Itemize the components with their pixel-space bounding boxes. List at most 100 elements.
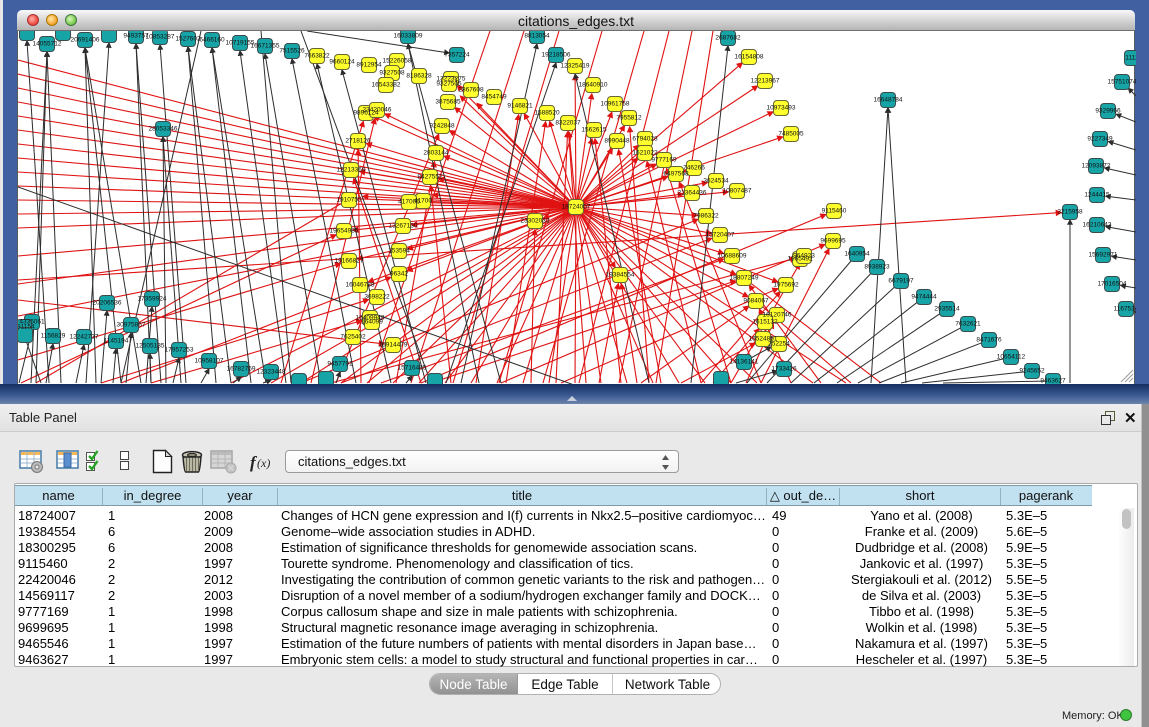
svg-text:9084067: 9084067 [743,298,769,305]
svg-text:1244415: 1244415 [1084,192,1110,199]
svg-text:96342: 96342 [390,271,408,278]
svg-text:9242848: 9242848 [429,123,455,130]
svg-text:1910755: 1910755 [336,197,362,204]
svg-text:8471676: 8471676 [976,337,1002,344]
svg-text:9329966: 9329966 [1095,108,1121,115]
svg-text:14055712: 14055712 [33,41,62,48]
svg-text:3624534: 3624534 [703,178,729,185]
svg-text:19384554: 19384554 [606,272,635,279]
svg-text:8938923: 8938923 [864,264,890,271]
svg-text:2803144: 2803144 [423,150,449,157]
svg-text:3215958: 3215958 [1057,209,1083,216]
svg-text:7625402: 7625402 [340,334,366,341]
svg-text:9660124: 9660124 [329,59,355,66]
svg-text:7955812: 7955812 [616,115,642,122]
svg-text:19654985: 19654985 [330,228,359,235]
svg-text:1621022: 1621022 [632,150,658,157]
svg-text:1562615: 1562615 [581,127,607,134]
svg-text:9245652: 9245652 [1019,368,1045,375]
svg-text:12093872: 12093872 [1082,163,1111,170]
svg-text:1640954: 1640954 [844,251,870,258]
svg-text:16046788: 16046788 [346,282,375,289]
svg-text:9463627: 9463627 [1040,378,1066,385]
svg-text:23420046: 23420046 [363,107,392,114]
svg-text:8427552: 8427552 [417,174,443,181]
svg-text:3698222: 3698222 [364,294,390,301]
svg-text:12505135: 12505135 [136,343,165,350]
svg-text:1615132: 1615132 [752,319,778,326]
svg-text:7515526: 7515526 [279,48,305,55]
svg-text:9777169: 9777169 [651,157,677,164]
svg-text:6497568: 6497568 [663,171,689,178]
svg-text:10688609: 10688609 [718,253,747,260]
svg-text:12213967: 12213967 [751,78,780,85]
svg-text:2687682: 2687682 [715,35,741,42]
svg-text:1975692: 1975692 [773,282,799,289]
svg-text:7986322: 7986322 [693,213,719,220]
svg-text:18807249: 18807249 [730,275,759,282]
svg-text:16120746: 16120746 [763,312,792,319]
svg-text:10654112: 10654112 [997,354,1026,361]
svg-text:16914479: 16914479 [379,342,408,349]
svg-text:18640910: 18640910 [579,82,608,89]
svg-text:15751074: 15751074 [1108,79,1136,86]
svg-text:(x): (x) [257,456,270,470]
svg-text:8454749: 8454749 [481,94,507,101]
svg-text:15720407: 15720407 [706,232,735,239]
svg-text:16210643: 16210643 [1083,222,1112,229]
svg-text:16033809: 16033809 [394,33,423,40]
svg-text:9146821: 9146821 [507,103,533,110]
svg-text:10807487: 10807487 [723,188,752,195]
svg-text:7485005: 7485005 [778,131,804,138]
svg-text:17016504: 17016504 [1098,281,1127,288]
svg-text:15716485: 15716485 [398,365,427,372]
svg-text:1156829: 1156829 [41,333,66,340]
svg-text:16648784: 16648784 [874,97,903,104]
svg-text:164099: 164099 [361,319,383,326]
svg-text:1588520: 1588520 [534,110,560,117]
svg-text:1733426: 1733426 [771,366,797,373]
svg-text:9227349: 9227349 [1087,136,1113,143]
svg-text:1112: 1112 [1125,55,1136,62]
svg-text:8990448: 8990448 [604,138,630,145]
svg-text:6466160: 6466160 [199,37,225,44]
svg-text:10961758: 10961758 [601,101,630,108]
svg-text:7663822: 7663822 [304,53,330,60]
svg-text:28053346: 28053346 [149,126,178,133]
svg-text:1167534: 1167534 [1114,306,1136,313]
svg-text:417006: 417006 [398,199,420,206]
svg-text:2867608: 2867608 [458,87,484,94]
svg-text:12213369: 12213369 [337,167,366,174]
svg-text:14136141: 14136141 [730,359,759,366]
svg-text:6679197: 6679197 [888,278,914,285]
svg-text:30975867: 30975867 [117,322,146,329]
svg-text:2718126: 2718126 [345,138,371,145]
svg-text:15226058: 15226058 [383,58,412,65]
svg-text:6794028: 6794028 [632,136,658,143]
svg-text:18724007: 18724007 [562,204,591,211]
svg-text:21364436: 21364436 [678,190,707,197]
svg-text:23302033: 23302033 [521,218,550,225]
svg-text:16543382: 16543382 [372,82,401,89]
svg-text:10853287: 10853287 [146,34,175,41]
svg-text:9457791: 9457791 [327,361,353,368]
svg-text:20206536: 20206536 [93,300,122,307]
svg-text:19166827: 19166827 [335,258,364,265]
svg-text:3875685: 3875685 [435,99,461,106]
svg-text:19218506: 19218506 [542,52,571,59]
svg-text:17359924: 17359924 [138,296,167,303]
svg-text:9115460: 9115460 [822,208,847,215]
svg-text:12325419: 12325419 [561,63,590,70]
svg-text:12323448: 12323448 [257,369,286,376]
svg-text:16154808: 16154808 [735,54,764,61]
svg-text:16671355: 16671355 [251,43,280,50]
svg-text:252254: 252254 [768,341,790,348]
svg-text:9474444: 9474444 [911,294,937,301]
svg-text:964923: 964923 [793,253,815,260]
svg-text:12242737: 12242737 [70,334,99,341]
svg-text:20691406: 20691406 [71,37,100,44]
svg-text:8322037: 8322037 [555,120,581,127]
svg-text:10958107: 10958107 [195,358,224,365]
svg-text:746266: 746266 [683,165,705,172]
svg-text:1527602: 1527602 [175,36,201,43]
